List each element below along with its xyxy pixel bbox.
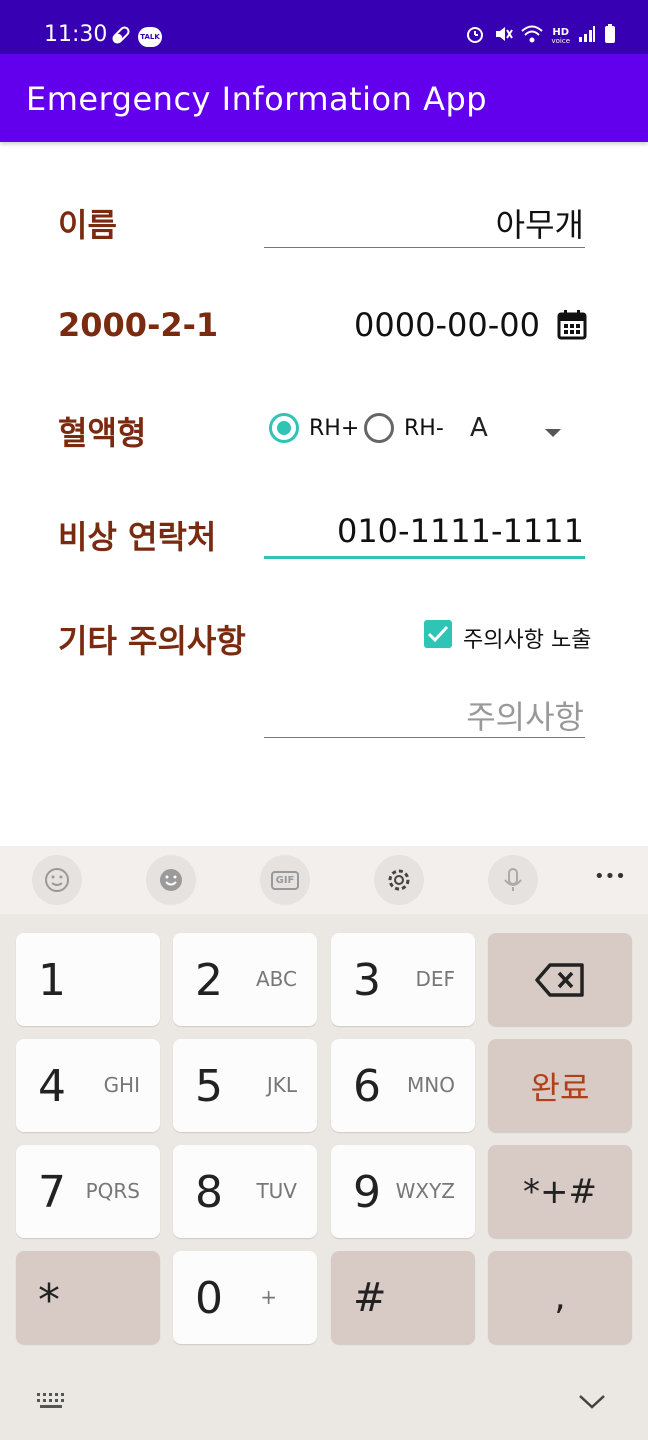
- hash-label: #: [353, 1275, 387, 1321]
- key-7[interactable]: 7 PQRS: [16, 1145, 160, 1238]
- key-4[interactable]: 4 GHI: [16, 1039, 160, 1132]
- app-title: Emergency Information App: [26, 80, 488, 118]
- key-digit: 6: [353, 1061, 381, 1112]
- key-5[interactable]: 5 JKL: [173, 1039, 317, 1132]
- key-3[interactable]: 3 DEF: [331, 933, 475, 1026]
- status-right-icons: HD voice: [465, 24, 616, 48]
- rh-minus-label: RH-: [404, 416, 444, 441]
- app-bar: Emergency Information App: [0, 54, 648, 142]
- name-label: 이름: [58, 206, 117, 244]
- mic-icon[interactable]: [488, 855, 538, 905]
- key-digit: 1: [38, 955, 66, 1006]
- status-time: 11:30: [44, 22, 108, 47]
- star-label: *: [38, 1275, 60, 1326]
- key-digit: 8: [195, 1167, 223, 1218]
- talk-icon: TALK: [138, 27, 162, 47]
- key-letters: DEF: [415, 967, 455, 991]
- key-1[interactable]: 1: [16, 933, 160, 1026]
- symbols-key[interactable]: *+#: [488, 1145, 632, 1238]
- key-digit: 9: [353, 1167, 381, 1218]
- hide-keyboard-icon[interactable]: [578, 1392, 606, 1414]
- key-letters: ABC: [255, 967, 297, 991]
- rh-plus-label: RH+: [309, 416, 360, 441]
- signal-icon: [578, 25, 596, 47]
- show-notes-checkbox[interactable]: [424, 620, 452, 648]
- key-digit: 2: [195, 955, 223, 1006]
- more-icon[interactable]: •••: [594, 866, 626, 887]
- gif-label: GIF: [270, 870, 300, 890]
- rh-minus-radio[interactable]: [364, 413, 394, 443]
- contact-underline: [264, 556, 585, 559]
- comma-key[interactable]: ,: [488, 1251, 632, 1344]
- battery-icon: [604, 24, 616, 48]
- symbols-label: *+#: [523, 1171, 597, 1212]
- emoji-icon[interactable]: [32, 855, 82, 905]
- keyboard: GIF ••• 1 2 ABC 3 DEF 4 GHI 5 JKL 6 MNO: [0, 846, 648, 1440]
- notes-input[interactable]: 주의사항: [466, 692, 584, 738]
- key-9[interactable]: 9 WXYZ: [331, 1145, 475, 1238]
- done-key[interactable]: 완료: [488, 1039, 632, 1132]
- blood-type-value: A: [470, 413, 488, 443]
- settings-icon[interactable]: [374, 855, 424, 905]
- backspace-icon: [488, 933, 632, 1026]
- blood-type-label: 혈액형: [58, 414, 147, 452]
- contact-input[interactable]: 010-1111-1111: [337, 512, 584, 550]
- key-letters: +: [260, 1285, 277, 1309]
- key-digit: 4: [38, 1061, 66, 1112]
- birth-label: 2000-2-1: [58, 306, 219, 344]
- key-digit: 5: [195, 1061, 223, 1112]
- dropdown-arrow-icon: [544, 423, 562, 442]
- key-letters: TUV: [256, 1179, 297, 1203]
- status-bar: 11:30 TALK HD voice: [0, 0, 648, 54]
- key-digit: 3: [353, 955, 381, 1006]
- name-underline: [264, 247, 585, 248]
- gif-icon[interactable]: GIF: [260, 855, 310, 905]
- key-6[interactable]: 6 MNO: [331, 1039, 475, 1132]
- key-letters: WXYZ: [395, 1179, 455, 1203]
- keyboard-switch-icon[interactable]: [36, 1392, 68, 1414]
- name-input[interactable]: 아무개: [496, 200, 584, 246]
- hash-key[interactable]: #: [331, 1251, 475, 1344]
- key-0[interactable]: 0 +: [173, 1251, 317, 1344]
- contact-label: 비상 연락처: [58, 518, 217, 556]
- keyboard-toolbar: GIF •••: [0, 846, 648, 914]
- hd-voice-icon: HD voice: [551, 26, 570, 45]
- key-2[interactable]: 2 ABC: [173, 933, 317, 1026]
- pill-icon: [110, 24, 132, 50]
- alarm-icon: [465, 24, 485, 48]
- wifi-icon: [521, 24, 544, 48]
- done-label: 완료: [530, 1068, 590, 1107]
- sticker-icon[interactable]: [146, 855, 196, 905]
- calendar-icon[interactable]: [556, 309, 588, 345]
- rh-plus-radio[interactable]: [269, 413, 299, 443]
- key-8[interactable]: 8 TUV: [173, 1145, 317, 1238]
- notes-underline: [264, 737, 585, 738]
- key-letters: PQRS: [85, 1179, 140, 1203]
- notes-label: 기타 주의사항: [58, 622, 246, 660]
- mute-icon: [493, 24, 514, 48]
- status-left-icons: TALK: [110, 24, 162, 50]
- key-letters: GHI: [103, 1073, 140, 1097]
- comma-label: ,: [554, 1277, 566, 1318]
- key-letters: JKL: [266, 1073, 297, 1097]
- blood-type-spinner[interactable]: A: [460, 405, 580, 451]
- key-digit: 7: [38, 1167, 66, 1218]
- show-notes-label: 주의사항 노출: [463, 628, 592, 653]
- backspace-key[interactable]: [488, 933, 632, 1026]
- key-letters: MNO: [407, 1073, 455, 1097]
- birth-date-value[interactable]: 0000-00-00: [354, 306, 540, 344]
- key-digit: 0: [195, 1273, 223, 1324]
- star-key[interactable]: *: [16, 1251, 160, 1344]
